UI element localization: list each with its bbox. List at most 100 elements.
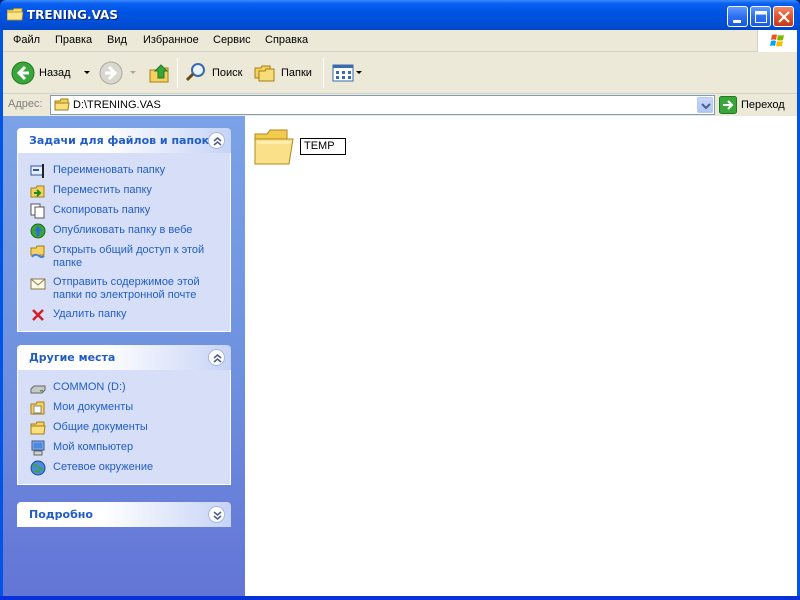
back-arrow-icon [11, 61, 35, 85]
menu-tools[interactable]: Сервис [213, 34, 251, 46]
place-my-documents[interactable]: Мои документы [18, 398, 230, 418]
task-copy-folder[interactable]: Скопировать папку [18, 201, 230, 221]
search-button[interactable]: Поиск [184, 58, 242, 88]
folder-icon [54, 98, 70, 111]
task-delete-folder[interactable]: Удалить папку [18, 305, 230, 325]
details-title: Подробно [29, 508, 93, 521]
chevron-down-icon [701, 103, 711, 110]
minimize-button[interactable] [727, 6, 748, 27]
delete-icon [32, 309, 44, 321]
publish-web-icon [30, 223, 46, 239]
other-places-panel: Другие места COMMON (D:) Мои документы О… [17, 345, 231, 485]
back-button[interactable]: Назад [11, 58, 93, 88]
rename-icon [30, 164, 44, 178]
place-label: Сетевое окружение [53, 461, 154, 473]
place-label: Общие документы [53, 421, 148, 433]
task-email-folder[interactable]: Отправить содержимое этой папки по элект… [18, 273, 230, 305]
folder-icon [7, 8, 23, 21]
place-label: Мои документы [53, 401, 134, 413]
menu-help[interactable]: Справка [265, 34, 308, 46]
windows-flag-icon [770, 34, 784, 47]
task-pane: Задачи для файлов и папок Переименовать … [3, 116, 245, 596]
minimize-icon [733, 20, 741, 23]
email-icon [30, 278, 46, 290]
place-shared-documents[interactable]: Общие документы [18, 418, 230, 438]
collapse-button[interactable] [208, 132, 225, 149]
close-button[interactable] [773, 6, 794, 27]
address-input[interactable]: D:\TRENING.VAS [50, 95, 715, 115]
details-panel: Подробно [17, 502, 231, 527]
address-value: D:\TRENING.VAS [73, 99, 161, 111]
folder-item-temp[interactable] [253, 126, 295, 171]
window-frame-bottom [0, 596, 800, 600]
menu-view[interactable]: Вид [107, 34, 127, 46]
task-label: Открыть общий доступ к этой папке [53, 244, 205, 269]
views-dropdown-icon [356, 71, 362, 74]
file-tasks-header[interactable]: Задачи для файлов и папок [17, 128, 231, 153]
title-bar[interactable]: TRENING.VAS [0, 0, 800, 30]
place-drive-d[interactable]: COMMON (D:) [18, 378, 230, 398]
toolbar: Назад Поиск Папки [3, 52, 797, 94]
close-icon [778, 11, 790, 23]
forward-button[interactable] [99, 58, 139, 88]
share-icon [30, 245, 45, 258]
maximize-icon [755, 11, 767, 23]
task-label: Опубликовать папку в вебе [53, 224, 193, 236]
place-label: Мой компьютер [53, 441, 134, 453]
other-places-title: Другие места [29, 351, 116, 364]
menu-edit[interactable]: Правка [55, 34, 92, 46]
task-label: Скопировать папку [53, 204, 151, 216]
forward-dropdown-icon [130, 71, 136, 74]
back-dropdown-icon[interactable] [81, 68, 93, 78]
task-label: Отправить содержимое этой папки по элект… [53, 276, 200, 301]
maximize-button[interactable] [750, 6, 771, 27]
address-dropdown-button[interactable] [697, 97, 713, 113]
explorer-window: TRENING.VAS Файл Правка Вид Избранное Се… [0, 0, 800, 600]
menu-favorites[interactable]: Избранное [143, 34, 199, 46]
file-list-area[interactable]: TEMP [245, 116, 797, 596]
window-title: TRENING.VAS [27, 8, 118, 22]
forward-arrow-icon [99, 61, 123, 85]
search-icon [185, 63, 205, 82]
go-button[interactable]: Переход [719, 95, 785, 115]
double-chevron-up-icon [213, 136, 222, 146]
file-tasks-body: Переименовать папку Переместить папку Ск… [17, 153, 231, 332]
windows-logo [757, 30, 797, 52]
other-places-header[interactable]: Другие места [17, 345, 231, 370]
task-label: Переместить папку [53, 184, 152, 196]
expand-button[interactable] [208, 506, 225, 523]
move-icon [30, 185, 45, 198]
place-my-computer[interactable]: Мой компьютер [18, 438, 230, 458]
folders-button[interactable]: Папки [253, 58, 312, 88]
back-label: Назад [39, 67, 71, 79]
folders-icon [254, 65, 275, 82]
file-tasks-title: Задачи для файлов и папок [29, 134, 210, 147]
other-places-body: COMMON (D:) Мои документы Общие документ… [17, 370, 231, 485]
place-label: COMMON (D:) [53, 381, 126, 393]
go-arrow-icon [719, 96, 737, 114]
menu-bar: Файл Правка Вид Избранное Сервис Справка [3, 30, 797, 52]
task-label: Переименовать папку [53, 164, 166, 176]
copy-icon [30, 203, 45, 219]
task-rename-folder[interactable]: Переименовать папку [18, 161, 230, 181]
address-label: Адрес: [8, 98, 43, 110]
up-folder-button[interactable] [148, 58, 172, 88]
task-move-folder[interactable]: Переместить папку [18, 181, 230, 201]
details-header[interactable]: Подробно [17, 502, 231, 527]
collapse-button[interactable] [208, 349, 225, 366]
address-bar: Адрес: D:\TRENING.VAS Переход [3, 94, 797, 116]
folder-icon [254, 129, 294, 165]
up-folder-icon [149, 64, 169, 83]
place-network[interactable]: Сетевое окружение [18, 458, 230, 478]
views-button[interactable] [331, 58, 363, 88]
file-tasks-panel: Задачи для файлов и папок Переименовать … [17, 128, 231, 332]
network-icon [30, 460, 46, 476]
task-share-folder[interactable]: Открыть общий доступ к этой папке [18, 241, 230, 273]
my-documents-icon [30, 401, 45, 415]
menu-file[interactable]: Файл [13, 34, 40, 46]
my-computer-icon [31, 440, 45, 456]
double-chevron-up-icon [213, 353, 222, 363]
folder-rename-input[interactable]: TEMP [300, 138, 346, 155]
folders-label: Папки [281, 67, 312, 79]
task-publish-folder[interactable]: Опубликовать папку в вебе [18, 221, 230, 241]
